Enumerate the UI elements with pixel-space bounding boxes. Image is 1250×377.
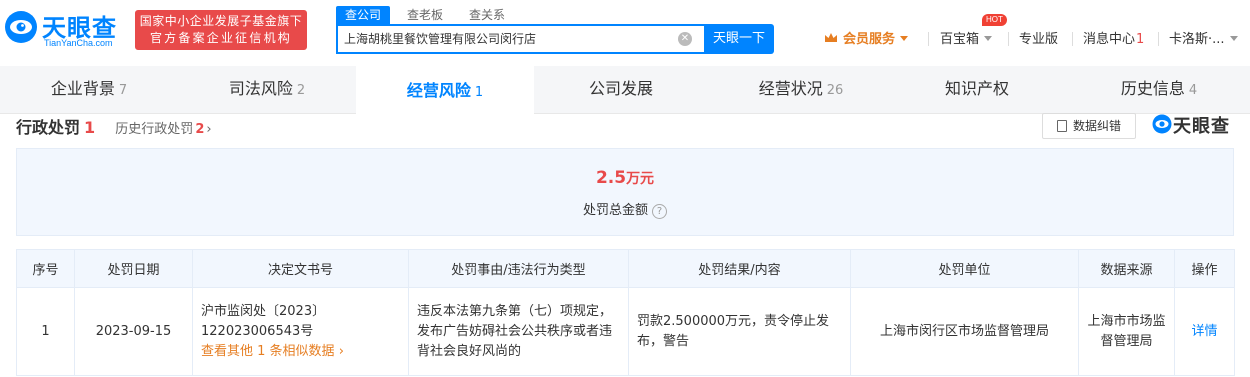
similar-link-label: 查看其他 1 条相似数据 — [201, 343, 335, 359]
history-penalty-link[interactable]: 历史行政处罚 2 › — [115, 122, 211, 137]
amount-unit: 万元 — [626, 171, 655, 187]
chevron-down-icon — [1229, 36, 1238, 41]
penalty-authority: 上海市闵行区市场监督管理局 — [850, 287, 1079, 376]
user-name: 卡洛斯·... — [1169, 32, 1225, 47]
document-icon — [1056, 120, 1067, 132]
chevron-right-icon: › — [206, 122, 212, 137]
eye-logo-icon — [1152, 114, 1172, 134]
detail-link[interactable]: 详情 — [1191, 324, 1217, 339]
company-section-tabs: 企业背景 7 司法风险 2 经营风险 1 公司发展 经营状况 26 知识产权 历史信息 4 — [0, 66, 1250, 114]
tab-history-info[interactable]: 历史信息 4 — [1068, 66, 1250, 114]
column-header: 序号 — [16, 249, 75, 288]
penalty-table: 序号 处罚日期 决定文书号 处罚事由/违法行为类型 处罚结果/内容 处罚单位 数… — [16, 249, 1235, 376]
tab-label: 企业背景 — [50, 79, 115, 98]
toolbox-label: 百宝箱 — [940, 32, 980, 47]
brand-small-text: 天眼查 — [1173, 116, 1230, 137]
tab-label: 司法风险 — [228, 79, 293, 98]
chevron-down-icon — [984, 36, 993, 41]
eye-logo-icon — [5, 11, 37, 43]
decision-doc-cell: 沪市监闵处〔2023〕 122023006543号 查看其他 1 条相似数据 › — [192, 287, 409, 376]
column-header: 决定文书号 — [192, 249, 409, 288]
column-header: 处罚事由/违法行为类型 — [408, 249, 629, 288]
tab-count: 4 — [1188, 83, 1198, 98]
column-header: 处罚单位 — [850, 249, 1079, 288]
tab-count: 26 — [826, 83, 844, 98]
penalty-reason: 违反本法第九条第（七）项规定，发布广告妨碍社会公共秩序或者违背社会良好风尚的 — [408, 287, 629, 376]
detail-link-cell: 详情 — [1174, 287, 1235, 376]
chevron-down-icon — [900, 36, 909, 41]
chevron-right-icon: › — [338, 343, 344, 359]
penalty-summary: 2.5万元 处罚总金额? — [16, 148, 1234, 236]
search-box: ✕ — [336, 24, 704, 54]
nav-divider — [1072, 32, 1073, 46]
tab-label: 公司发展 — [588, 79, 653, 98]
pro-version-link[interactable]: 专业版 — [1019, 28, 1058, 50]
penalty-total-label: 处罚总金额? — [17, 199, 1233, 219]
tab-count: 2 — [296, 83, 306, 98]
message-count: 1 — [1136, 32, 1145, 47]
data-correction-label: 数据纠错 — [1072, 119, 1121, 133]
table-header-row: 序号 处罚日期 决定文书号 处罚事由/违法行为类型 处罚结果/内容 处罚单位 数… — [16, 249, 1235, 288]
history-label: 历史行政处罚 — [115, 122, 194, 137]
tab-label: 经营状况 — [758, 79, 823, 98]
search-button[interactable]: 天眼一下 — [704, 24, 774, 54]
section-heading: 行政处罚 1 历史行政处罚 2 › — [16, 114, 212, 137]
data-correction-button[interactable]: 数据纠错 — [1042, 113, 1136, 139]
search-input[interactable] — [344, 31, 664, 45]
clear-icon[interactable]: ✕ — [678, 32, 692, 46]
tab-company-development[interactable]: 公司发展 — [534, 66, 712, 114]
gov-badge-line2: 官方备案企业征信机构 — [149, 31, 292, 45]
question-mark-icon[interactable]: ? — [652, 204, 667, 219]
nav-divider — [928, 32, 929, 46]
similar-data-link[interactable]: 查看其他 1 条相似数据 › — [201, 342, 400, 362]
search-tab-boss[interactable]: 查老板 — [398, 6, 452, 24]
column-header: 操作 — [1174, 249, 1235, 288]
search-tab-relation[interactable]: 查关系 — [460, 6, 514, 24]
penalty-total-amount: 2.5万元 — [17, 168, 1233, 188]
nav-divider — [1008, 32, 1009, 46]
message-center-link[interactable]: 消息中心1 — [1083, 28, 1144, 50]
history-count: 2 — [195, 122, 205, 137]
tab-count: 1 — [474, 85, 484, 100]
amount-value: 2.5 — [595, 168, 627, 188]
column-header: 处罚结果/内容 — [628, 249, 851, 288]
tab-label: 知识产权 — [944, 79, 1009, 98]
top-header: 天眼查 TianYanCha.com 国家中小企业发展子基金旗下 官方备案企业征… — [0, 0, 1250, 66]
vip-label: 会员服务 — [843, 32, 896, 47]
table-row: 1 2023-09-15 沪市监闵处〔2023〕 122023006543号 查… — [16, 287, 1235, 376]
crown-icon — [825, 33, 837, 42]
tab-label: 经营风险 — [406, 81, 471, 100]
tab-judicial-risk[interactable]: 司法风险 2 — [178, 66, 356, 114]
doc-number-line2: 122023006543号 — [201, 323, 314, 339]
column-header: 处罚日期 — [74, 249, 193, 288]
user-menu[interactable]: 卡洛斯·... — [1169, 28, 1238, 50]
vip-service-menu[interactable]: 会员服务 — [824, 28, 909, 50]
tab-count: 7 — [118, 83, 128, 98]
doc-number-line1: 沪市监闵处〔2023〕 — [201, 303, 326, 319]
penalty-date: 2023-09-15 — [74, 287, 193, 376]
search-tab-company[interactable]: 查公司 — [336, 6, 391, 24]
tab-label: 历史信息 — [1120, 79, 1185, 98]
row-index: 1 — [16, 287, 75, 376]
column-header: 数据来源 — [1078, 249, 1175, 288]
nav-divider — [1158, 32, 1159, 46]
section-count: 1 — [84, 118, 96, 137]
section-title: 行政处罚 — [16, 118, 81, 137]
total-label-text: 处罚总金额 — [582, 203, 648, 218]
data-source: 上海市市场监督管理局 — [1078, 287, 1175, 376]
government-badge: 国家中小企业发展子基金旗下 官方备案企业征信机构 — [135, 10, 307, 50]
search-type-tabs: 查公司 查老板 查关系 — [336, 6, 522, 24]
tab-company-background[interactable]: 企业背景 7 — [0, 66, 178, 114]
gov-badge-line1: 国家中小企业发展子基金旗下 — [139, 14, 303, 28]
penalty-result: 罚款2.500000万元，责令停止发布，警告 — [628, 287, 851, 376]
hot-badge: HOT — [982, 14, 1007, 26]
message-center-label: 消息中心 — [1083, 32, 1136, 47]
toolbox-menu[interactable]: 百宝箱 — [940, 28, 993, 50]
tab-operation-status[interactable]: 经营状况 26 — [712, 66, 890, 114]
logo-subtitle: TianYanCha.com — [44, 38, 113, 48]
tab-intellectual-property[interactable]: 知识产权 — [890, 66, 1068, 114]
tab-operation-risk[interactable]: 经营风险 1 — [356, 66, 534, 114]
tianyancha-logo[interactable]: 天眼查 TianYanCha.com — [4, 6, 128, 50]
